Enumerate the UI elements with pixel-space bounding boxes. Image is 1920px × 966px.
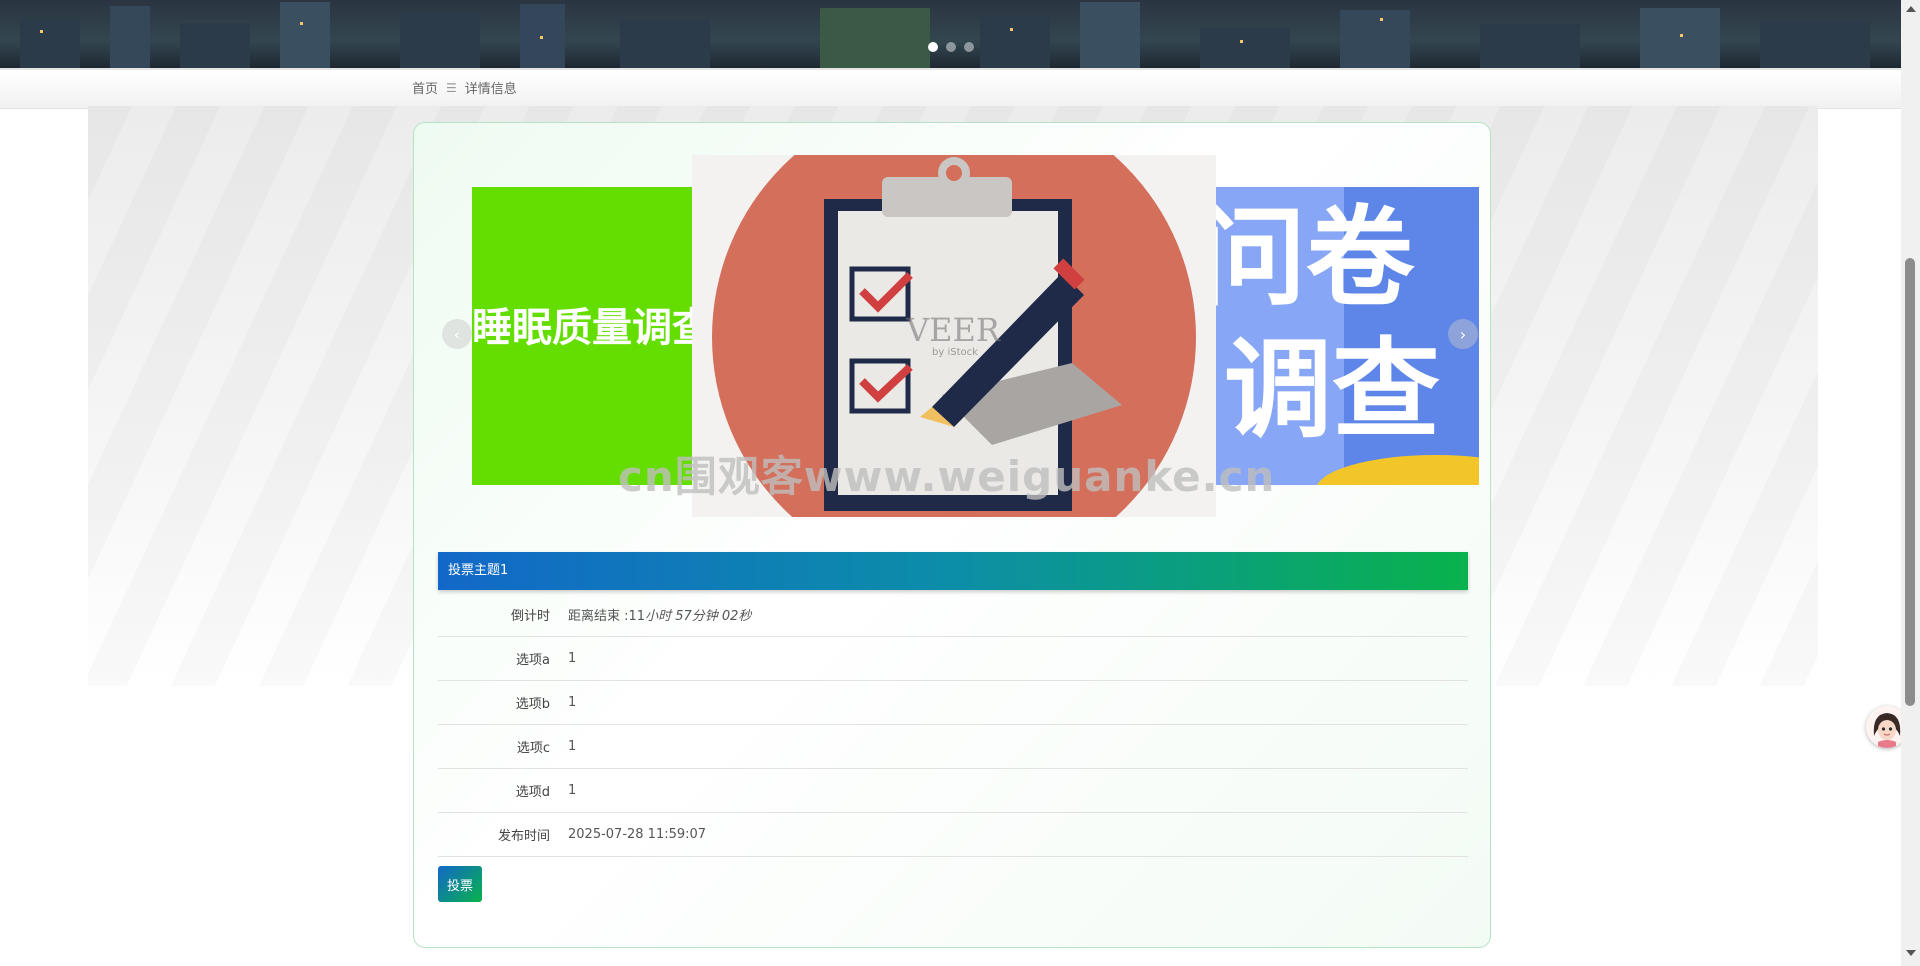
- stock-watermark-sub: by iStock: [932, 347, 978, 358]
- row-label: 选项b: [515, 697, 550, 712]
- stock-watermark: VEER: [906, 311, 1000, 349]
- slide-title-line2: 调查: [1224, 328, 1441, 453]
- banner-dot[interactable]: [928, 42, 938, 52]
- row-value: 2025-07-28 11:59:07: [568, 827, 707, 842]
- banner-dot[interactable]: [946, 42, 956, 52]
- table-row: 选项d 1: [438, 769, 1468, 813]
- page-scrollbar[interactable]: [1901, 0, 1920, 966]
- scrollbar-thumb[interactable]: [1905, 258, 1915, 706]
- site-watermark: cn围观客www.weiguanke.cn: [618, 452, 1276, 501]
- detail-title: 投票主题1: [438, 552, 1468, 590]
- table-row: 发布时间 2025-07-28 11:59:07: [438, 813, 1468, 857]
- table-row: 选项c 1: [438, 725, 1468, 769]
- carousel-slide-sleep-survey[interactable]: 睡眠质量调查: [472, 187, 692, 485]
- row-value: 1: [568, 695, 577, 710]
- detail-table: 倒计时 距离结束 :11小时 57分钟 02秒 选项a 1 选项b 1 选项c …: [438, 593, 1468, 857]
- breadcrumb-bar: 首页 ☰ 详情信息: [0, 68, 1901, 109]
- row-label: 选项d: [515, 785, 550, 800]
- table-row: 选项a 1: [438, 637, 1468, 681]
- top-banner: [0, 0, 1901, 68]
- row-label: 倒计时: [510, 609, 550, 624]
- row-value: 1: [568, 739, 577, 754]
- carousel-slide-questionnaire[interactable]: 问卷 调查: [1216, 187, 1479, 485]
- carousel-prev-button[interactable]: ‹: [442, 319, 472, 349]
- scroll-down-icon[interactable]: [1906, 950, 1916, 956]
- slide-title-line1: 问卷: [1216, 196, 1415, 321]
- row-value: 1: [568, 651, 577, 666]
- table-row: 选项b 1: [438, 681, 1468, 725]
- carousel-next-button[interactable]: ›: [1448, 319, 1478, 349]
- banner-pagination: [928, 42, 974, 52]
- image-carousel: 睡眠质量调查 VEER by iStock 问卷 调查 cn围观客www.wei…: [436, 155, 1479, 517]
- page: 首页 ☰ 详情信息 睡眠质量调查 VEER by iStock 问卷 调查 cn…: [0, 0, 1920, 966]
- breadcrumb-separator-icon: ☰: [446, 80, 457, 95]
- countdown-value: 距离结束 :11小时 57分钟 02秒: [568, 609, 752, 624]
- detail-card: 睡眠质量调查 VEER by iStock 问卷 调查 cn围观客www.wei…: [413, 122, 1491, 948]
- row-label: 选项c: [516, 741, 550, 756]
- scroll-up-icon[interactable]: [1906, 6, 1916, 12]
- breadcrumb: 首页 ☰ 详情信息: [412, 78, 517, 98]
- row-label: 选项a: [516, 653, 550, 668]
- table-row: 倒计时 距离结束 :11小时 57分钟 02秒: [438, 593, 1468, 637]
- slide-title: 睡眠质量调查: [472, 305, 692, 351]
- vote-button[interactable]: 投票: [438, 866, 482, 902]
- row-label: 发布时间: [497, 829, 550, 844]
- row-value: 1: [568, 783, 577, 798]
- breadcrumb-home-link[interactable]: 首页: [412, 78, 438, 97]
- banner-dot[interactable]: [964, 42, 974, 52]
- breadcrumb-current: 详情信息: [464, 82, 517, 97]
